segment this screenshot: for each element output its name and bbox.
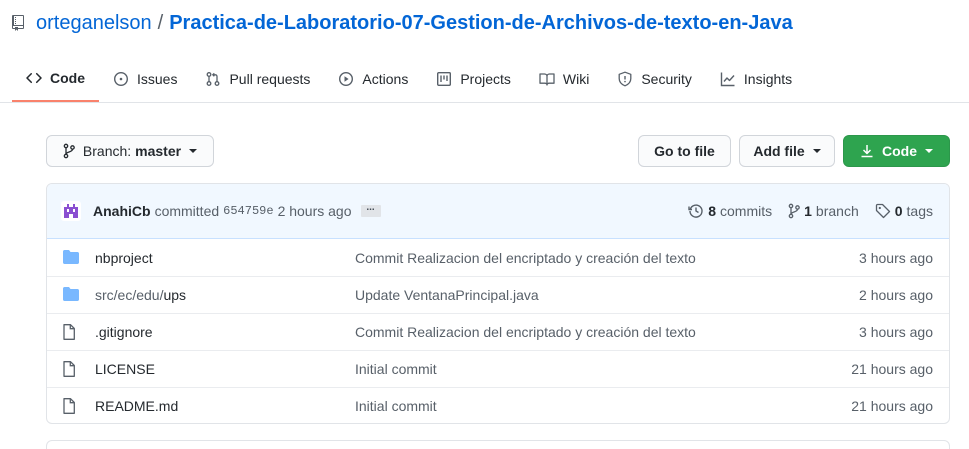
tab-wiki-label: Wiki: [562, 71, 590, 87]
chevron-down-icon: [925, 149, 933, 153]
tab-projects[interactable]: Projects: [422, 56, 525, 102]
file-path-leaf: ups: [163, 287, 187, 303]
tags-count: 0: [894, 203, 903, 219]
add-file-button[interactable]: Add file: [739, 135, 835, 167]
file-age: 2 hours ago: [859, 287, 933, 303]
branch-icon: [63, 143, 75, 159]
code-download-button[interactable]: Code: [843, 135, 950, 167]
tab-actions[interactable]: Actions: [324, 56, 422, 102]
issue-icon: [113, 71, 129, 87]
file-row[interactable]: src/ec/edu/ups Update VentanaPrincipal.j…: [47, 276, 949, 313]
repo-icon: [12, 15, 26, 31]
commit-message-expand-button[interactable]: ...: [360, 203, 381, 217]
project-icon: [437, 72, 452, 87]
file-icon: [63, 361, 79, 377]
branch-prefix-label: Branch:: [82, 143, 132, 159]
go-to-file-button[interactable]: Go to file: [638, 135, 731, 167]
branch-count: 1: [804, 203, 812, 219]
chevron-down-icon: [189, 149, 198, 153]
play-icon: [339, 71, 354, 87]
tags-label: tags: [906, 203, 933, 219]
chevron-down-icon: [812, 149, 821, 153]
commit-time: 2 hours ago: [277, 203, 352, 219]
repo-owner-link[interactable]: orteganelson: [36, 12, 152, 35]
commit-sha-link[interactable]: 654759e: [223, 204, 273, 218]
book-icon: [539, 73, 555, 86]
commits-count: 8: [708, 203, 716, 219]
commit-verb: committed: [154, 203, 220, 219]
branch-icon: [788, 203, 800, 219]
file-commit-message[interactable]: Commit Realizacion del encriptado y crea…: [355, 324, 696, 340]
latest-commit-bar: AnahiCb committed 654759e 2 hours ago ..…: [47, 184, 949, 239]
file-name-link[interactable]: src/ec/edu/ups: [95, 287, 186, 303]
file-icon: [63, 398, 79, 414]
file-age: 21 hours ago: [851, 361, 933, 377]
commits-link[interactable]: 8 commits: [688, 203, 772, 219]
tab-actions-label: Actions: [362, 71, 409, 87]
file-commit-message[interactable]: Update VentanaPrincipal.java: [355, 287, 539, 303]
tab-insights[interactable]: Insights: [706, 56, 806, 102]
pull-request-icon: [207, 72, 220, 86]
tab-code-label: Code: [50, 70, 85, 86]
graph-icon: [720, 72, 735, 87]
tab-insights-label: Insights: [743, 71, 793, 87]
folder-icon: [63, 287, 79, 303]
repo-path-separator: /: [157, 11, 164, 34]
file-list: nbproject Commit Realizacion del encript…: [47, 239, 949, 423]
commits-label: commits: [720, 203, 773, 219]
tab-wiki[interactable]: Wiki: [525, 56, 603, 102]
avatar[interactable]: [61, 201, 81, 221]
folder-icon: [63, 249, 79, 266]
download-icon: [861, 145, 873, 158]
file-path-prefix: src/ec/edu/: [95, 287, 164, 303]
file-row[interactable]: .gitignore Commit Realizacion del encrip…: [47, 313, 949, 350]
branches-link[interactable]: 1 branch: [788, 203, 859, 219]
repo-name-link[interactable]: Practica-de-Laboratorio-07-Gestion-de-Ar…: [169, 12, 792, 35]
file-name-link[interactable]: .gitignore: [95, 324, 153, 340]
tab-pull-requests[interactable]: Pull requests: [191, 56, 324, 102]
history-icon: [688, 204, 703, 218]
repo-header: orteganelson / Practica-de-Laboratorio-0…: [0, 0, 969, 103]
tab-code[interactable]: Code: [12, 56, 99, 102]
file-commit-message[interactable]: Initial commit: [355, 361, 437, 377]
branch-select-button[interactable]: Branch: master: [46, 135, 214, 167]
commit-author-link[interactable]: AnahiCb: [93, 203, 151, 219]
file-row[interactable]: README.md Initial commit 21 hours ago: [47, 387, 949, 423]
file-age: 3 hours ago: [859, 249, 933, 266]
repo-tabs: Code Issues Pull requests Actions Projec…: [12, 56, 806, 103]
tab-pull-requests-label: Pull requests: [229, 71, 311, 87]
file-row[interactable]: LICENSE Initial commit 21 hours ago: [47, 350, 949, 387]
tags-link[interactable]: 0 tags: [875, 203, 933, 219]
file-browser: AnahiCb committed 654759e 2 hours ago ..…: [46, 183, 950, 424]
file-age: 3 hours ago: [859, 324, 933, 340]
readme-box: [46, 440, 950, 449]
file-icon: [63, 324, 79, 340]
add-file-label: Add file: [753, 143, 805, 159]
shield-icon: [618, 71, 632, 87]
tab-issues[interactable]: Issues: [99, 56, 191, 102]
tab-issues-label: Issues: [137, 71, 178, 87]
tab-security-label: Security: [641, 71, 692, 87]
file-commit-message[interactable]: Commit Realizacion del encriptado y crea…: [355, 250, 696, 266]
tag-icon: [875, 203, 890, 219]
repo-stats: 8 commits 1 branch 0 tags: [672, 184, 933, 238]
file-row[interactable]: nbproject Commit Realizacion del encript…: [47, 239, 949, 276]
file-name-link[interactable]: LICENSE: [95, 361, 155, 377]
branch-label: branch: [815, 203, 859, 219]
code-icon: [26, 72, 42, 84]
code-button-label: Code: [882, 143, 917, 159]
repo-title: orteganelson / Practica-de-Laboratorio-0…: [12, 10, 793, 36]
branch-name-label: master: [135, 143, 182, 159]
tab-security[interactable]: Security: [603, 56, 706, 102]
file-age: 21 hours ago: [851, 398, 933, 414]
tab-projects-label: Projects: [460, 71, 511, 87]
file-name-link[interactable]: nbproject: [95, 250, 153, 266]
file-commit-message[interactable]: Initial commit: [355, 398, 437, 414]
file-name-link[interactable]: README.md: [95, 398, 178, 414]
